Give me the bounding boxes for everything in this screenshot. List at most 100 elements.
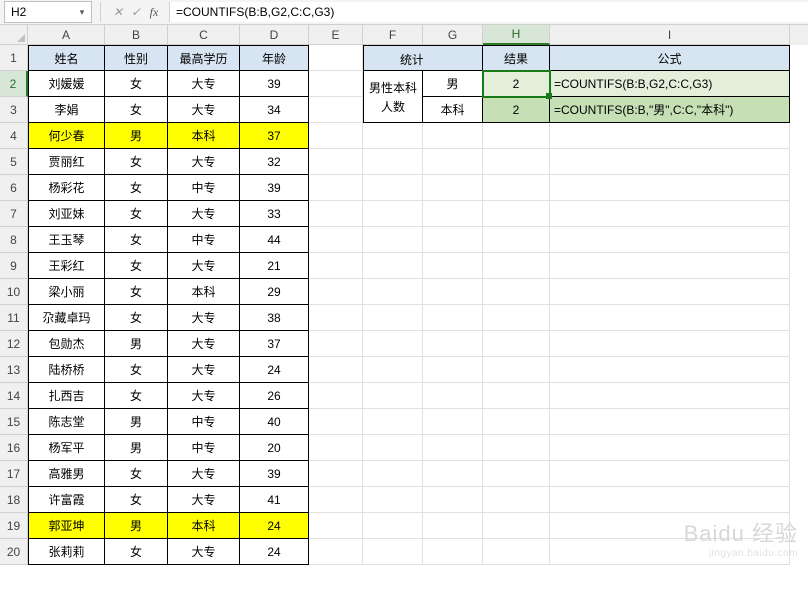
cell-G13[interactable]	[423, 357, 483, 383]
cell-C3[interactable]: 大专	[168, 97, 240, 123]
cell-G8[interactable]	[423, 227, 483, 253]
cell-I3[interactable]: =COUNTIFS(B:B,"男",C:C,"本科")	[550, 97, 790, 123]
cell-I15[interactable]	[550, 409, 790, 435]
cell-E14[interactable]	[309, 383, 363, 409]
cell-G12[interactable]	[423, 331, 483, 357]
col-header-C[interactable]: C	[168, 25, 240, 45]
row-header-5[interactable]: 5	[0, 149, 28, 175]
cell-G9[interactable]	[423, 253, 483, 279]
cell-A3[interactable]: 李娟	[28, 97, 105, 123]
cell-C17[interactable]: 大专	[168, 461, 240, 487]
col-header-F[interactable]: F	[363, 25, 423, 45]
cell-B5[interactable]: 女	[105, 149, 168, 175]
cell-I10[interactable]	[550, 279, 790, 305]
cell-E4[interactable]	[309, 123, 363, 149]
row-header-1[interactable]: 1	[0, 45, 28, 71]
cell-F19[interactable]	[363, 513, 423, 539]
cell-B17[interactable]: 女	[105, 461, 168, 487]
cell-A16[interactable]: 杨军平	[28, 435, 105, 461]
cell-D4[interactable]: 37	[240, 123, 309, 149]
cell-I14[interactable]	[550, 383, 790, 409]
cell-G18[interactable]	[423, 487, 483, 513]
cell-A4[interactable]: 何少春	[28, 123, 105, 149]
cell-B6[interactable]: 女	[105, 175, 168, 201]
cell-C6[interactable]: 中专	[168, 175, 240, 201]
row-header-10[interactable]: 10	[0, 279, 28, 305]
cell-I4[interactable]	[550, 123, 790, 149]
cell-D19[interactable]: 24	[240, 513, 309, 539]
cell-E2[interactable]	[309, 71, 363, 97]
cell-C10[interactable]: 本科	[168, 279, 240, 305]
cell-F13[interactable]	[363, 357, 423, 383]
row-header-12[interactable]: 12	[0, 331, 28, 357]
cell-G1[interactable]	[423, 45, 483, 71]
cell-G4[interactable]	[423, 123, 483, 149]
cell-C15[interactable]: 中专	[168, 409, 240, 435]
cell-H6[interactable]	[483, 175, 550, 201]
cell-A13[interactable]: 陆桥桥	[28, 357, 105, 383]
cell-E7[interactable]	[309, 201, 363, 227]
cell-A14[interactable]: 扎西吉	[28, 383, 105, 409]
cell-H2[interactable]: 2	[483, 71, 550, 97]
cell-E17[interactable]	[309, 461, 363, 487]
cell-B16[interactable]: 男	[105, 435, 168, 461]
cell-D3[interactable]: 34	[240, 97, 309, 123]
cell-B8[interactable]: 女	[105, 227, 168, 253]
cell-D10[interactable]: 29	[240, 279, 309, 305]
cell-I11[interactable]	[550, 305, 790, 331]
cell-I18[interactable]	[550, 487, 790, 513]
cell-B20[interactable]: 女	[105, 539, 168, 565]
cell-E15[interactable]	[309, 409, 363, 435]
cell-A18[interactable]: 许富霞	[28, 487, 105, 513]
row-header-20[interactable]: 20	[0, 539, 28, 565]
cell-F16[interactable]	[363, 435, 423, 461]
cell-B12[interactable]: 男	[105, 331, 168, 357]
cell-G2[interactable]: 男	[423, 71, 483, 97]
row-header-17[interactable]: 17	[0, 461, 28, 487]
cell-C13[interactable]: 大专	[168, 357, 240, 383]
cell-A11[interactable]: 尕藏卓玛	[28, 305, 105, 331]
cell-B3[interactable]: 女	[105, 97, 168, 123]
row-header-18[interactable]: 18	[0, 487, 28, 513]
cell-H10[interactable]	[483, 279, 550, 305]
row-header-15[interactable]: 15	[0, 409, 28, 435]
cell-B9[interactable]: 女	[105, 253, 168, 279]
cell-C1[interactable]: 最高学历	[168, 45, 240, 71]
cell-D11[interactable]: 38	[240, 305, 309, 331]
row-header-9[interactable]: 9	[0, 253, 28, 279]
cell-C9[interactable]: 大专	[168, 253, 240, 279]
col-header-D[interactable]: D	[240, 25, 309, 45]
row-header-14[interactable]: 14	[0, 383, 28, 409]
cell-F12[interactable]	[363, 331, 423, 357]
cell-D7[interactable]: 33	[240, 201, 309, 227]
cell-I7[interactable]	[550, 201, 790, 227]
cell-I16[interactable]	[550, 435, 790, 461]
cell-E12[interactable]	[309, 331, 363, 357]
row-header-3[interactable]: 3	[0, 97, 28, 123]
cell-H1[interactable]: 结果	[483, 45, 550, 71]
cell-A17[interactable]: 高雅男	[28, 461, 105, 487]
col-header-B[interactable]: B	[105, 25, 168, 45]
cell-H3[interactable]: 2	[483, 97, 550, 123]
cell-F18[interactable]	[363, 487, 423, 513]
cell-H7[interactable]	[483, 201, 550, 227]
cell-D14[interactable]: 26	[240, 383, 309, 409]
formula-input[interactable]: =COUNTIFS(B:B,G2,C:C,G3)	[169, 2, 808, 22]
cell-D1[interactable]: 年龄	[240, 45, 309, 71]
cell-A15[interactable]: 陈志堂	[28, 409, 105, 435]
cell-E8[interactable]	[309, 227, 363, 253]
cell-B15[interactable]: 男	[105, 409, 168, 435]
cell-D6[interactable]: 39	[240, 175, 309, 201]
cell-B4[interactable]: 男	[105, 123, 168, 149]
cell-E20[interactable]	[309, 539, 363, 565]
cell-H14[interactable]	[483, 383, 550, 409]
cell-B14[interactable]: 女	[105, 383, 168, 409]
cell-I2[interactable]: =COUNTIFS(B:B,G2,C:C,G3)	[550, 71, 790, 97]
cell-G7[interactable]	[423, 201, 483, 227]
cell-H18[interactable]	[483, 487, 550, 513]
fx-icon[interactable]: fx	[145, 5, 163, 20]
cell-D13[interactable]: 24	[240, 357, 309, 383]
row-header-4[interactable]: 4	[0, 123, 28, 149]
cell-H8[interactable]	[483, 227, 550, 253]
cell-I12[interactable]	[550, 331, 790, 357]
